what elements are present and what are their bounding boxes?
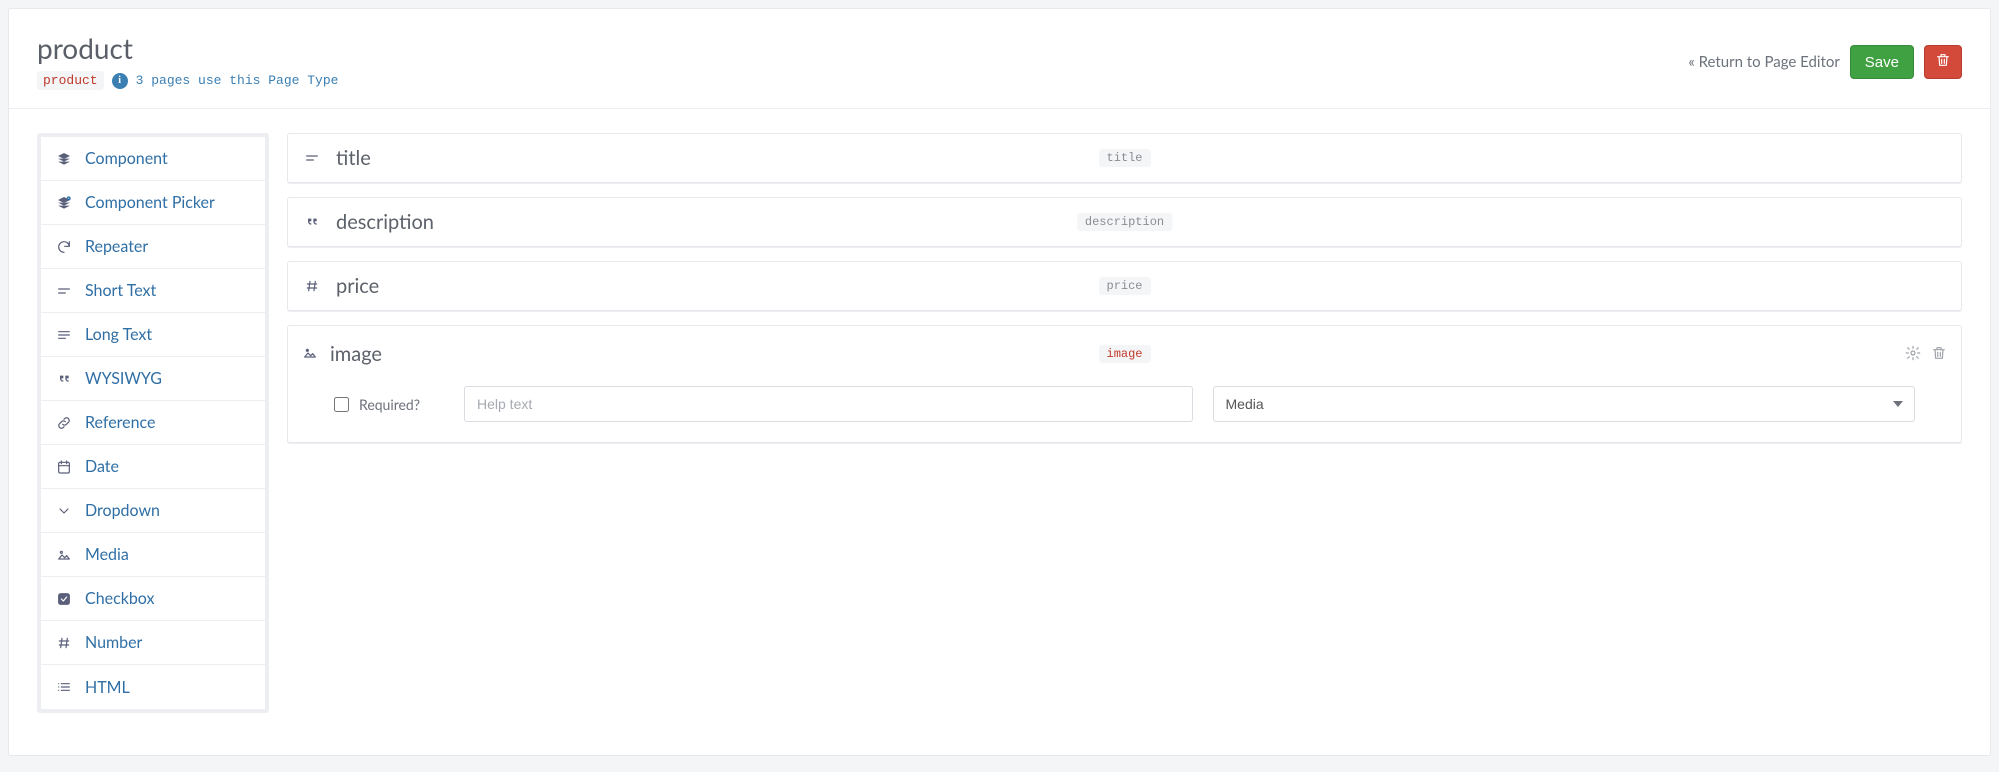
field-slug-badge: title	[1098, 149, 1150, 167]
sidebar-item-label: Component	[85, 149, 168, 168]
sidebar-item-html[interactable]: HTML	[41, 665, 265, 709]
sidebar-item-label: Long Text	[85, 325, 152, 344]
reload-icon	[55, 239, 73, 255]
sidebar-item-dropdown[interactable]: Dropdown	[41, 489, 265, 533]
sidebar-item-label: Short Text	[85, 281, 156, 300]
sidebar-item-reference[interactable]: Reference	[41, 401, 265, 445]
sidebar-item-label: WYSIWYG	[85, 369, 162, 388]
header-left: product product i 3 pages use this Page …	[37, 31, 338, 90]
sidebar-item-long-text[interactable]: Long Text	[41, 313, 265, 357]
trash-icon[interactable]	[1931, 345, 1947, 364]
hash-icon	[302, 278, 322, 294]
sidebar-item-label: Checkbox	[85, 589, 154, 608]
page-slug-badge: product	[37, 71, 104, 90]
layers-icon	[55, 151, 73, 167]
sidebar-item-label: Reference	[85, 413, 155, 432]
list-icon	[55, 679, 73, 695]
field-type-select[interactable]: Media	[1213, 386, 1916, 422]
sidebar-item-label: Dropdown	[85, 501, 160, 520]
short-text-icon	[302, 150, 322, 166]
sidebar-item-wysiwyg[interactable]: WYSIWYG	[41, 357, 265, 401]
field-card-image: image image Required?	[287, 325, 1962, 443]
required-checkbox[interactable]	[334, 397, 349, 412]
field-label: description	[336, 210, 434, 234]
field-row-title[interactable]: title title	[287, 133, 1962, 183]
sidebar-item-checkbox[interactable]: Checkbox	[41, 577, 265, 621]
quote-icon	[55, 371, 73, 387]
page-usage-text: 3 pages use this Page Type	[136, 73, 339, 88]
link-icon	[55, 415, 73, 431]
page-header: product product i 3 pages use this Page …	[9, 9, 1990, 109]
required-checkbox-wrap[interactable]: Required?	[334, 396, 444, 413]
long-text-icon	[55, 327, 73, 343]
field-label: price	[336, 274, 379, 298]
header-actions: « Return to Page Editor Save	[1688, 45, 1962, 79]
trash-icon	[1935, 52, 1951, 72]
field-slug-badge: image	[1098, 345, 1150, 363]
fields-area: title title description description pric…	[287, 133, 1962, 443]
quote-icon	[302, 214, 322, 230]
type-select-wrap: Media	[1213, 386, 1916, 422]
sidebar-item-label: HTML	[85, 678, 130, 697]
sidebar-item-label: Date	[85, 457, 119, 476]
field-slug-badge: price	[1098, 277, 1150, 295]
svg-text:+: +	[68, 196, 70, 200]
sidebar-item-component-picker[interactable]: + Component Picker	[41, 181, 265, 225]
help-text-input[interactable]	[464, 386, 1193, 422]
save-button[interactable]: Save	[1850, 45, 1914, 79]
sidebar-item-media[interactable]: Media	[41, 533, 265, 577]
field-card-body: Required? Media	[302, 368, 1947, 428]
field-types-sidebar: Component + Component Picker Repeater Sh…	[37, 133, 269, 713]
field-slug-badge: description	[1077, 213, 1172, 231]
layers-plus-icon: +	[55, 195, 73, 211]
info-icon[interactable]: i	[112, 73, 128, 89]
editor-body: Component + Component Picker Repeater Sh…	[9, 109, 1990, 737]
page-type-editor: product product i 3 pages use this Page …	[8, 8, 1991, 756]
field-label: image	[330, 342, 382, 366]
return-link[interactable]: « Return to Page Editor	[1688, 53, 1839, 71]
sidebar-item-label: Media	[85, 545, 129, 564]
required-label: Required?	[359, 396, 420, 413]
sidebar-item-short-text[interactable]: Short Text	[41, 269, 265, 313]
chevron-down-icon	[55, 503, 73, 519]
hash-icon	[55, 635, 73, 651]
sidebar-item-label: Repeater	[85, 237, 148, 256]
gear-icon[interactable]	[1905, 345, 1921, 364]
sidebar-item-date[interactable]: Date	[41, 445, 265, 489]
page-meta: product i 3 pages use this Page Type	[37, 71, 338, 90]
calendar-icon	[55, 459, 73, 475]
sidebar-item-component[interactable]: Component	[41, 137, 265, 181]
image-icon	[55, 547, 73, 563]
sidebar-item-number[interactable]: Number	[41, 621, 265, 665]
sidebar-item-label: Component Picker	[85, 193, 215, 212]
field-card-actions	[1905, 345, 1947, 364]
short-text-icon	[55, 283, 73, 299]
delete-button[interactable]	[1924, 45, 1962, 79]
sidebar-item-label: Number	[85, 633, 142, 652]
checkbox-icon	[55, 591, 73, 607]
field-card-header[interactable]: image image	[302, 340, 1947, 368]
sidebar-item-repeater[interactable]: Repeater	[41, 225, 265, 269]
field-row-description[interactable]: description description	[287, 197, 1962, 247]
page-title: product	[37, 31, 338, 65]
image-icon	[302, 345, 318, 364]
field-row-price[interactable]: price price	[287, 261, 1962, 311]
field-label: title	[336, 146, 371, 170]
